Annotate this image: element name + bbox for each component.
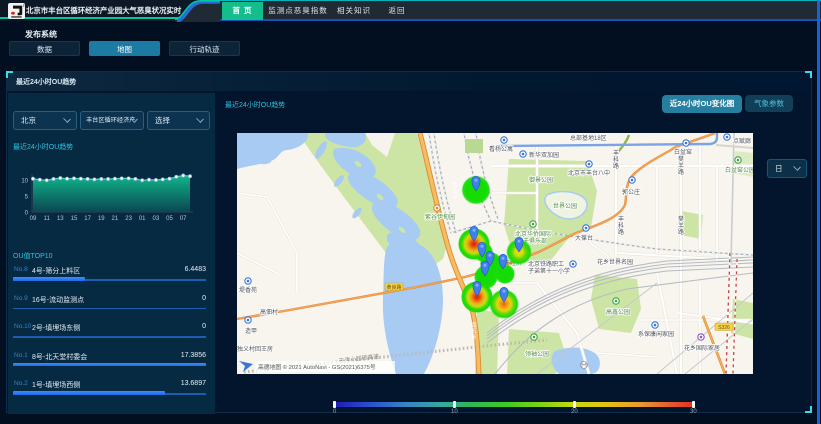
svg-text:丰科路: 丰科路 [618, 215, 624, 236]
svg-text:5: 5 [25, 195, 29, 201]
svg-text:花乡国际家居: 花乡国际家居 [684, 344, 720, 352]
svg-text:樊羊路: 樊羊路 [678, 215, 684, 236]
svg-text:北京铁路职工: 北京铁路职工 [528, 260, 564, 268]
svg-text:造甲: 造甲 [245, 327, 257, 335]
svg-text:领袖公园: 领袖公园 [525, 350, 549, 358]
svg-text:03: 03 [153, 216, 160, 222]
svg-text:堤香苑: 堤香苑 [239, 286, 257, 294]
svg-text:新华双加园: 新华双加园 [529, 151, 559, 159]
svg-text:丰科路: 丰科路 [613, 149, 619, 170]
svg-text:09: 09 [30, 216, 37, 222]
svg-text:独义村回王房: 独义村回王房 [237, 345, 273, 353]
svg-text:0: 0 [25, 211, 29, 217]
svg-text:白盆窑: 白盆窑 [674, 148, 692, 156]
svg-text:郭公庄: 郭公庄 [622, 188, 640, 196]
svg-text:花乡世界名园: 花乡世界名园 [597, 258, 633, 266]
svg-text:高德地图 © 2021 AutoNavi - GS(2021: 高德地图 © 2021 AutoNavi - GS(2021)6375号 [258, 363, 376, 371]
svg-text:S326: S326 [718, 325, 730, 331]
svg-text:21: 21 [112, 216, 119, 222]
svg-text:总部基地18区: 总部基地18区 [570, 134, 607, 142]
svg-text:北京华侨国际: 北京华侨国际 [515, 230, 551, 238]
svg-text:紫谷伊甸园: 紫谷伊甸园 [425, 213, 455, 221]
svg-text:南五环: 南五环 [471, 321, 477, 341]
svg-text:11: 11 [44, 216, 51, 222]
svg-text:15: 15 [71, 216, 78, 222]
svg-text:黄良路: 黄良路 [386, 284, 401, 291]
svg-text:樊羊路: 樊羊路 [678, 155, 684, 176]
svg-text:01: 01 [139, 216, 146, 222]
svg-text:御景公园: 御景公园 [529, 176, 553, 184]
svg-text:05: 05 [166, 216, 173, 222]
svg-text:世界公园: 世界公园 [553, 202, 577, 210]
svg-text:高佃村: 高佃村 [260, 308, 278, 316]
svg-text:白盆窑公园: 白盆窑公园 [725, 166, 753, 174]
svg-text:10: 10 [21, 179, 28, 185]
svg-text:高鑫公园: 高鑫公园 [606, 308, 630, 316]
svg-text:西五环: 西五环 [452, 182, 458, 201]
svg-text:系保康闲家园: 系保康闲家园 [638, 330, 674, 338]
svg-text:17: 17 [84, 216, 91, 222]
svg-text:看杨公寓: 看杨公寓 [489, 145, 513, 153]
svg-text:19: 19 [98, 216, 105, 222]
svg-text:13: 13 [57, 216, 64, 222]
svg-text:大葆台: 大葆台 [575, 234, 593, 242]
svg-text:23: 23 [125, 216, 132, 222]
svg-text:北京市丰台八中: 北京市丰台八中 [568, 169, 610, 177]
svg-text:子弟第十一小学: 子弟第十一小学 [528, 267, 570, 275]
svg-text:07: 07 [180, 216, 187, 222]
svg-text:点赋廊: 点赋廊 [733, 137, 751, 145]
